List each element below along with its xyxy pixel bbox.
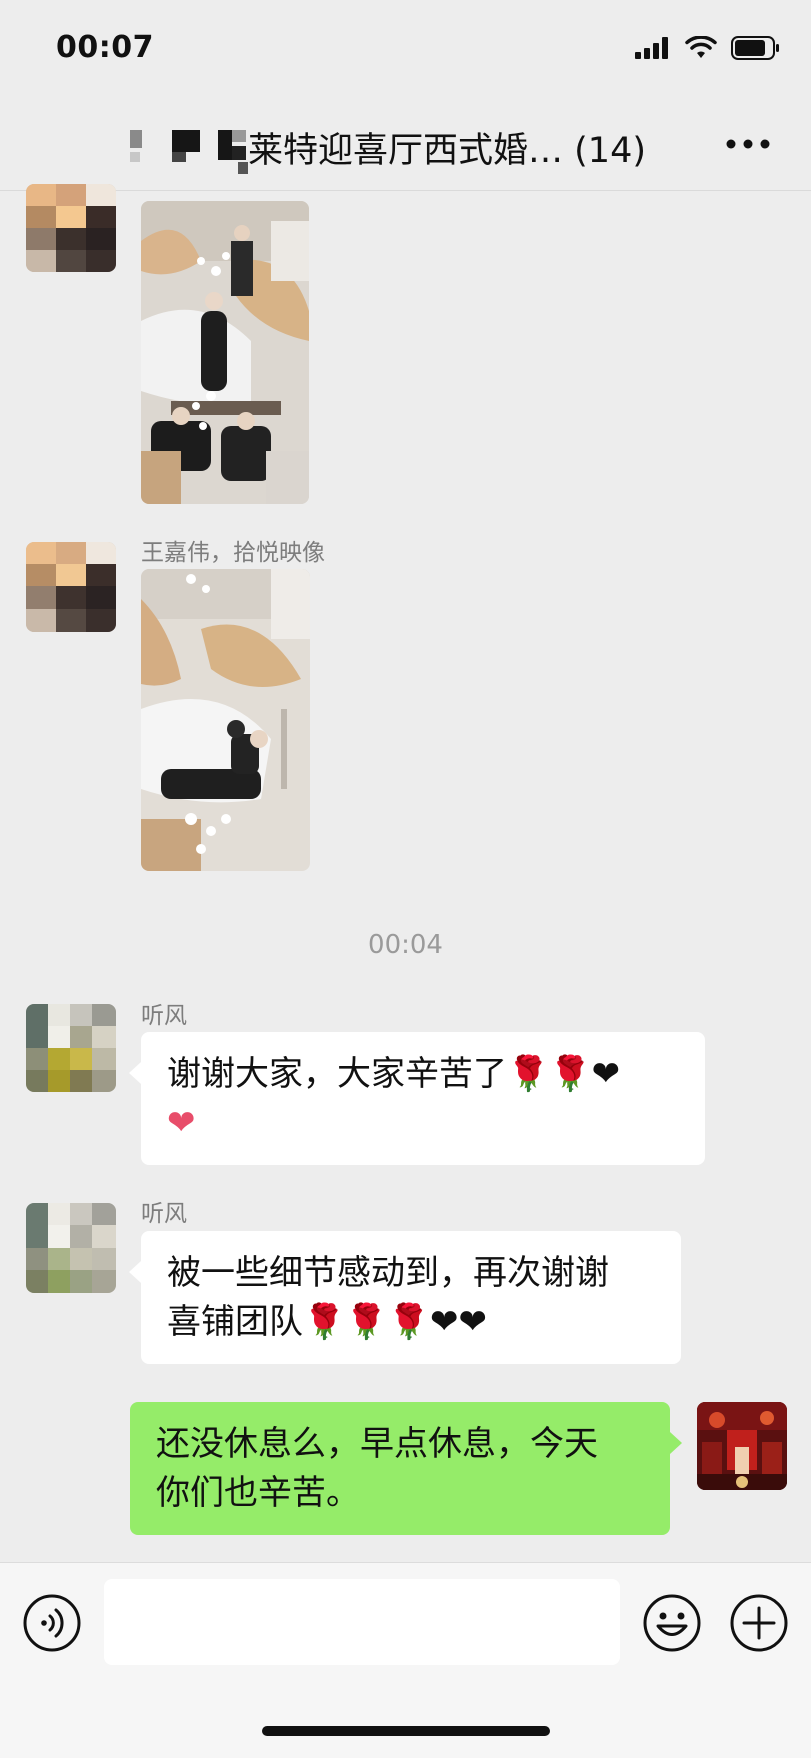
- member-count: (14): [574, 131, 647, 171]
- status-bar: 00:07: [0, 0, 811, 100]
- message-line: 还没休息么，早点休息，今天: [156, 1424, 598, 1464]
- avatar[interactable]: [26, 1004, 116, 1092]
- battery-icon: [731, 36, 779, 60]
- status-icons: [635, 36, 781, 60]
- signal-icon: [635, 37, 668, 59]
- time-divider: 00:04: [368, 930, 443, 960]
- wedding-photo[interactable]: [141, 201, 309, 504]
- avatar[interactable]: [26, 542, 116, 632]
- message-bubble[interactable]: 被一些细节感动到，再次谢谢 喜铺团队🌹🌹🌹❤❤: [129, 1231, 681, 1364]
- my-message-bubble[interactable]: 还没休息么，早点休息，今天 你们也辛苦。: [130, 1402, 682, 1535]
- sender-name: 听风: [141, 1003, 187, 1029]
- avatar[interactable]: [26, 184, 116, 272]
- message-line: ❤: [167, 1103, 196, 1143]
- message-bubble[interactable]: 谢谢大家，大家辛苦了🌹🌹❤ ❤: [129, 1032, 705, 1165]
- avatar[interactable]: [26, 1203, 116, 1293]
- chat-name: 莱特迎喜厅西式婚…: [248, 131, 564, 171]
- message-line: 谢谢大家，大家辛苦了🌹🌹❤: [167, 1054, 621, 1094]
- nav-bar: 莱特迎喜厅西式婚… (14): [0, 100, 811, 191]
- more-icon[interactable]: [723, 124, 773, 164]
- message-input[interactable]: [104, 1579, 620, 1665]
- redacted-mosaic: [130, 130, 248, 174]
- voice-icon[interactable]: [22, 1593, 82, 1653]
- message-line: 被一些细节感动到，再次谢谢: [167, 1253, 609, 1293]
- plus-icon[interactable]: [729, 1593, 789, 1653]
- sender-name: 听风: [141, 1201, 187, 1227]
- sender-name: 王嘉伟，拾悦映像: [141, 540, 325, 566]
- status-time: 00:07: [56, 30, 154, 65]
- message-line: 你们也辛苦。: [156, 1473, 360, 1513]
- my-avatar[interactable]: [697, 1402, 787, 1490]
- wedding-photo[interactable]: [141, 569, 310, 871]
- home-indicator: [262, 1726, 550, 1736]
- emoji-icon[interactable]: [642, 1593, 702, 1653]
- message-line: 喜铺团队🌹🌹🌹❤❤: [167, 1302, 487, 1342]
- wifi-icon: [685, 36, 717, 58]
